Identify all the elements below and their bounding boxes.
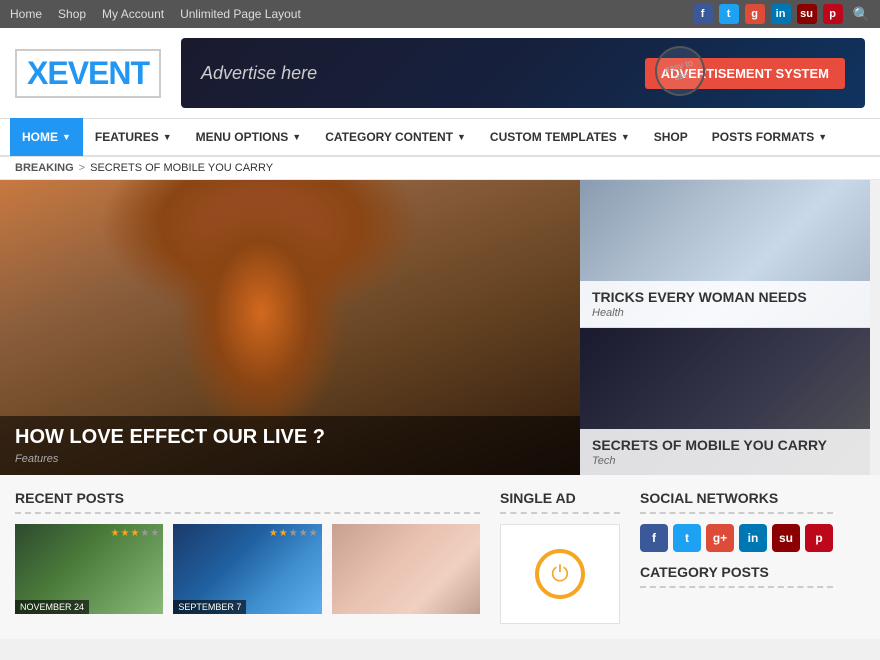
recent-posts-section: RECENT POSTS NOVEMBER 24 ★ ★ ★ ★ ★ SEPTE… <box>15 490 480 624</box>
nav-home[interactable]: Home <box>10 7 42 21</box>
hero-side-title-2: SECRETS OF MOBILE YOU CARRY <box>592 437 858 453</box>
hero-side-title-1: TRICKS EVERY WOMAN NEEDS <box>592 289 858 305</box>
site-header: XEVENT Advertise here easy to use advert… <box>0 28 880 119</box>
nav-item-home[interactable]: HOME ▼ <box>10 118 83 156</box>
nav-shop[interactable]: Shop <box>58 7 86 21</box>
hero-section: HOW LOVE EFFECT OUR LIVE ? Features TRIC… <box>0 180 880 475</box>
top-nav-bar: Home Shop My Account Unlimited Page Layo… <box>0 0 880 28</box>
top-googleplus-icon[interactable]: g <box>745 4 765 24</box>
single-ad-section: SINGLE AD ⏻ <box>500 490 620 624</box>
nav-unlimited[interactable]: Unlimited Page Layout <box>180 7 301 21</box>
breadcrumb-breaking: BREAKING <box>15 162 74 174</box>
post-card-3[interactable] <box>332 524 480 614</box>
hero-main-category: Features <box>15 453 565 465</box>
category-posts-title: CATEGORY POSTS <box>640 564 833 588</box>
top-stumble-icon[interactable]: su <box>797 4 817 24</box>
hero-side-item-1[interactable]: TRICKS EVERY WOMAN NEEDS Health <box>580 180 870 328</box>
ad-badge: easy to use <box>649 40 710 101</box>
social-buttons-row: f t g+ in su p <box>640 524 833 552</box>
custom-templates-dropdown-arrow: ▼ <box>621 132 630 142</box>
power-icon: ⏻ <box>535 549 585 599</box>
nav-item-menu-options[interactable]: MENU OPTIONS ▼ <box>184 118 314 156</box>
social-facebook-button[interactable]: f <box>640 524 668 552</box>
nav-item-custom-templates[interactable]: CUSTOM TEMPLATES ▼ <box>478 118 642 156</box>
hero-side-overlay-2: SECRETS OF MOBILE YOU CARRY Tech <box>580 429 870 475</box>
nav-item-features[interactable]: FEATURES ▼ <box>83 118 184 156</box>
logo-event: EVENT <box>47 55 149 91</box>
logo-x: X <box>27 55 47 91</box>
hero-sidebar: TRICKS EVERY WOMAN NEEDS Health SECRETS … <box>580 180 870 475</box>
post-thumb-3 <box>332 524 480 614</box>
top-twitter-icon[interactable]: t <box>719 4 739 24</box>
breadcrumb-current: SECRETS OF MOBILE YOU CARRY <box>90 162 273 174</box>
star-rating-1: ★ ★ ★ ★ ★ <box>110 528 159 539</box>
breadcrumb: BREAKING > SECRETS OF MOBILE YOU CARRY <box>0 157 880 180</box>
nav-item-shop[interactable]: SHOP <box>642 118 700 156</box>
social-networks-title: SOCIAL NETWORKS <box>640 490 833 514</box>
nav-item-category-content[interactable]: CATEGORY CONTENT ▼ <box>313 118 478 156</box>
social-twitter-button[interactable]: t <box>673 524 701 552</box>
features-dropdown-arrow: ▼ <box>163 132 172 142</box>
nav-item-posts-formats[interactable]: POSTS FORMATS ▼ <box>700 118 839 156</box>
social-linkedin-button[interactable]: in <box>739 524 767 552</box>
post-date-2: SEPTEMBER 7 <box>173 600 246 614</box>
header-ad-banner[interactable]: Advertise here easy to use advertisement… <box>181 38 865 108</box>
hero-side-category-1: Health <box>592 307 858 319</box>
top-nav-links: Home Shop My Account Unlimited Page Layo… <box>10 7 301 21</box>
post-card-1[interactable]: NOVEMBER 24 ★ ★ ★ ★ ★ <box>15 524 163 614</box>
top-linkedin-icon[interactable]: in <box>771 4 791 24</box>
main-navigation: HOME ▼ FEATURES ▼ MENU OPTIONS ▼ CATEGOR… <box>0 119 880 157</box>
single-ad-title: SINGLE AD <box>500 490 620 514</box>
post-thumb-1: NOVEMBER 24 ★ ★ ★ ★ ★ <box>15 524 163 614</box>
hero-side-category-2: Tech <box>592 455 858 467</box>
recent-posts-title: RECENT POSTS <box>15 490 480 514</box>
category-content-dropdown-arrow: ▼ <box>457 132 466 142</box>
posts-row: NOVEMBER 24 ★ ★ ★ ★ ★ SEPTEMBER 7 ★ ★ <box>15 524 480 614</box>
hero-side-overlay-1: TRICKS EVERY WOMAN NEEDS Health <box>580 281 870 327</box>
hero-side-item-2[interactable]: SECRETS OF MOBILE YOU CARRY Tech <box>580 328 870 475</box>
nav-myaccount[interactable]: My Account <box>102 7 164 21</box>
social-networks-section: SOCIAL NETWORKS f t g+ in su p CATEGORY … <box>640 490 833 624</box>
top-social-bar: f t g in su p 🔍 <box>693 4 870 24</box>
star-rating-2: ★ ★ ★ ★ ★ <box>269 528 318 539</box>
site-logo: XEVENT <box>15 49 161 98</box>
single-ad-box[interactable]: ⏻ <box>500 524 620 624</box>
post-card-2[interactable]: SEPTEMBER 7 ★ ★ ★ ★ ★ <box>173 524 321 614</box>
hero-main-overlay: HOW LOVE EFFECT OUR LIVE ? Features <box>0 416 580 475</box>
post-thumb-2: SEPTEMBER 7 ★ ★ ★ ★ ★ <box>173 524 321 614</box>
breadcrumb-separator: > <box>79 162 85 174</box>
top-facebook-icon[interactable]: f <box>693 4 713 24</box>
post-date-1: NOVEMBER 24 <box>15 600 89 614</box>
social-pinterest-button[interactable]: p <box>805 524 833 552</box>
ad-text: Advertise here <box>201 63 317 84</box>
menu-options-dropdown-arrow: ▼ <box>292 132 301 142</box>
social-stumble-button[interactable]: su <box>772 524 800 552</box>
top-search-icon[interactable]: 🔍 <box>853 6 870 23</box>
top-pinterest-icon[interactable]: p <box>823 4 843 24</box>
home-dropdown-arrow: ▼ <box>62 132 71 142</box>
hero-main-title: HOW LOVE EFFECT OUR LIVE ? <box>15 426 565 449</box>
hero-main-article[interactable]: HOW LOVE EFFECT OUR LIVE ? Features <box>0 180 580 475</box>
posts-formats-dropdown-arrow: ▼ <box>818 132 827 142</box>
social-googleplus-button[interactable]: g+ <box>706 524 734 552</box>
bottom-section: RECENT POSTS NOVEMBER 24 ★ ★ ★ ★ ★ SEPTE… <box>0 475 880 639</box>
